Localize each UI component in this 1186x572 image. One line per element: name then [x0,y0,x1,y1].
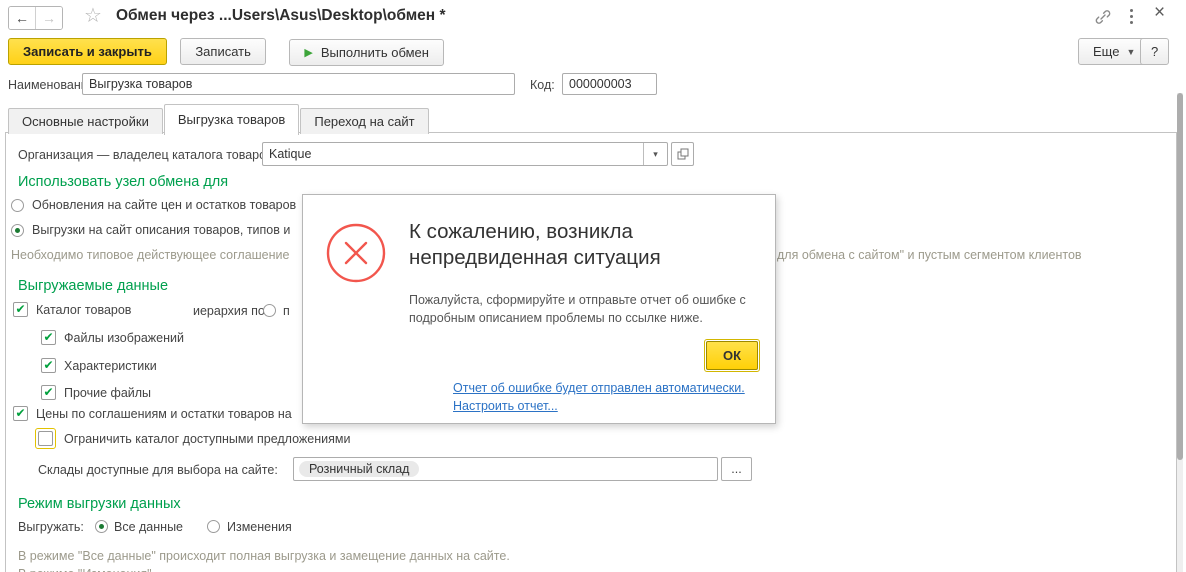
checkbox-catalog-label: Каталог товаров [36,303,131,317]
checkbox-catalog[interactable]: ✔ [13,302,28,317]
radio-hierarchy[interactable] [263,304,276,317]
usage-note-left: Необходимо типовое действующее соглашени… [11,248,289,262]
radio-upload-label: Выгрузки на сайт описания товаров, типов… [32,223,290,237]
help-button[interactable]: ? [1140,38,1169,65]
more-menu-icon[interactable] [1130,9,1133,12]
warehouses-field[interactable]: Розничный склад [293,457,718,481]
checkbox-focus-ring [35,428,56,449]
save-and-close-button[interactable]: Записать и закрыть [8,38,167,65]
organization-field: ▾ [262,142,668,166]
play-icon: ▶ [304,46,312,59]
usage-note-right: для обмена с сайтом" и пустым сегментом … [777,248,1082,262]
hierarchy-option-fragment: п [283,304,290,318]
code-field [562,73,657,95]
code-label: Код: [530,78,555,92]
warehouses-label: Склады доступные для выбора на сайте: [38,463,278,477]
section-usage-title: Использовать узел обмена для [18,174,228,190]
tab-upload-goods[interactable]: Выгрузка товаров [164,104,300,135]
mode-note-1: В режиме "Все данные" происходит полная … [18,549,510,563]
nav-history-group: ← → [8,6,63,30]
checkbox-characteristics-label: Характеристики [64,359,157,373]
upload-mode-label: Выгружать: [18,520,84,534]
checkbox-other-files-label: Прочие файлы [64,386,151,400]
restrict-row: Ограничить каталог доступными предложени… [35,428,350,449]
checkbox-characteristics[interactable]: ✔ [41,358,56,373]
tab-bar: Основные настройки Выгрузка товаров Пере… [8,103,430,134]
vertical-scrollbar-thumb[interactable] [1177,93,1183,460]
radio-changes-label: Изменения [227,520,292,534]
name-input[interactable] [83,74,514,94]
checkbox-images[interactable]: ✔ [41,330,56,345]
hierarchy-label: иерархия по: [193,304,268,318]
open-window-icon [677,148,689,160]
toolbar: Записать и закрыть Записать ▶ Выполнить … [8,38,444,66]
radio-all-data-label: Все данные [114,520,183,534]
organization-input[interactable] [263,143,643,165]
checkbox-images-label: Файлы изображений [64,331,184,345]
radio-update-label: Обновления на сайте цен и остатков товар… [32,198,296,212]
catalog-row: ✔ Каталог товаров [13,302,131,317]
tab-main-settings[interactable]: Основные настройки [8,108,163,134]
error-dialog-message: Пожалуйста, сформируйте и отправьте отче… [409,291,757,327]
run-exchange-button[interactable]: ▶ Выполнить обмен [289,39,444,66]
error-icon [325,222,387,287]
forward-button[interactable]: → [36,7,62,29]
checkbox-restrict-label: Ограничить каталог доступными предложени… [64,432,350,446]
radio-all-data[interactable] [95,520,108,533]
exchange-form-window: ← → ☆ Обмен через ...Users\Asus\Desktop\… [0,0,1186,572]
warehouses-more-button[interactable]: ... [721,457,752,481]
chevron-down-icon: ▼ [1126,47,1135,57]
favorite-star-icon[interactable]: ☆ [84,5,102,27]
tab-go-to-site[interactable]: Переход на сайт [300,108,428,134]
images-row: ✔ Файлы изображений [41,330,184,345]
error-dialog: К сожалению, возникла непредвиденная сит… [302,194,776,424]
warehouse-chip: Розничный склад [299,461,419,477]
save-button[interactable]: Записать [180,38,266,65]
back-button[interactable]: ← [9,7,36,29]
code-input[interactable] [563,74,656,94]
prices-row: ✔ Цены по соглашениям и остатки товаров … [13,406,292,421]
ok-button-focus-ring: ОК [704,339,760,372]
checkbox-prices-label: Цены по соглашениям и остатки товаров на [36,407,292,421]
characteristics-row: ✔ Характеристики [41,358,157,373]
ok-button[interactable]: ОК [706,341,758,370]
organization-dropdown-button[interactable]: ▾ [643,143,667,165]
mode-note-2: В режиме "Изменения" [18,567,152,572]
name-field [82,73,515,95]
other-files-row: ✔ Прочие файлы [41,385,151,400]
checkbox-prices[interactable]: ✔ [13,406,28,421]
close-icon[interactable]: × [1154,2,1165,24]
radio-upload-descriptions[interactable] [11,224,24,237]
error-dialog-title: К сожалению, возникла непредвиденная сит… [409,219,741,271]
radio-upload-row: Выгрузки на сайт описания товаров, типов… [11,223,290,237]
page-title: Обмен через ...Users\Asus\Desktop\обмен … [116,7,446,25]
get-link-icon[interactable] [1094,8,1112,29]
organization-open-button[interactable] [671,142,694,166]
checkbox-restrict[interactable] [38,431,53,446]
configure-report-link[interactable]: Настроить отчет... [453,399,558,413]
error-report-auto-link[interactable]: Отчет об ошибке будет отправлен автомати… [453,381,745,395]
radio-update-prices[interactable] [11,199,24,212]
organization-label: Организация — владелец каталога товаров: [18,148,276,162]
section-data-title: Выгружаемые данные [18,278,168,294]
section-mode-title: Режим выгрузки данных [18,496,181,512]
radio-changes[interactable] [207,520,220,533]
checkbox-other-files[interactable]: ✔ [41,385,56,400]
radio-update-row: Обновления на сайте цен и остатков товар… [11,198,296,212]
